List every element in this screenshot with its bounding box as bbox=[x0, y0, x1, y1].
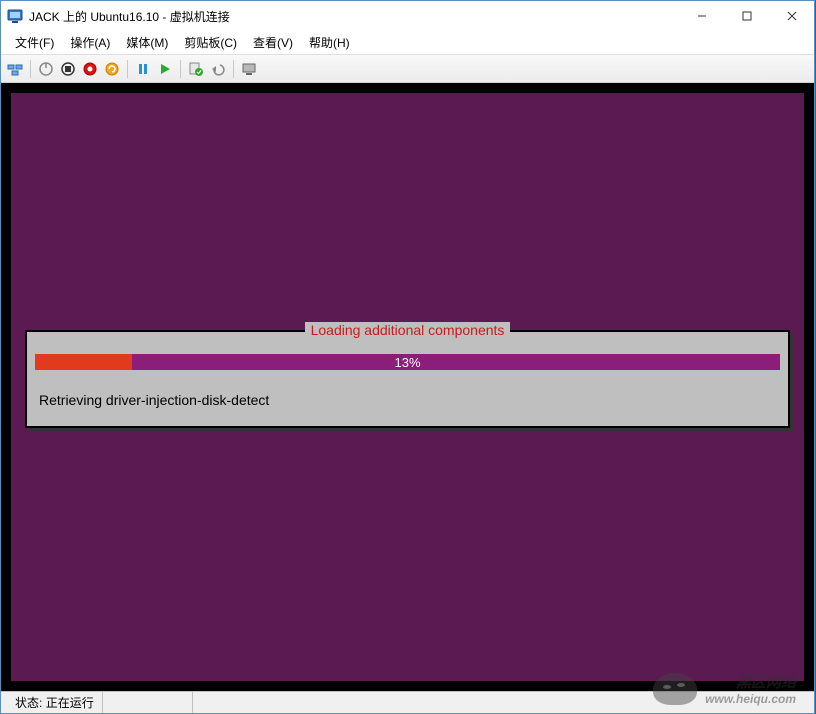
menu-media[interactable]: 媒体(M) bbox=[118, 32, 176, 53]
installer-title: Loading additional components bbox=[305, 322, 511, 338]
progress-fill bbox=[35, 354, 132, 370]
window-controls bbox=[679, 1, 814, 31]
guest-screen: Loading additional components 13% Retrie… bbox=[11, 93, 804, 681]
menu-view[interactable]: 查看(V) bbox=[245, 32, 301, 53]
close-button[interactable] bbox=[769, 1, 814, 31]
installer-dialog: Loading additional components 13% Retrie… bbox=[25, 330, 790, 428]
menu-action[interactable]: 操作(A) bbox=[62, 32, 118, 53]
separator bbox=[180, 60, 181, 78]
installer-status-text: Retrieving driver-injection-disk-detect bbox=[35, 392, 780, 408]
pause-button[interactable] bbox=[133, 59, 153, 79]
status-section: 状态: 正在运行 bbox=[7, 692, 103, 713]
checkpoint-button[interactable] bbox=[186, 59, 206, 79]
separator bbox=[30, 60, 31, 78]
menu-clipboard[interactable]: 剪贴板(C) bbox=[176, 32, 245, 53]
progress-label: 13% bbox=[394, 355, 420, 370]
vm-display[interactable]: Loading additional components 13% Retrie… bbox=[1, 83, 814, 691]
statusbar: 状态: 正在运行 bbox=[1, 691, 814, 713]
titlebar[interactable]: JACK 上的 Ubuntu16.10 - 虚拟机连接 bbox=[1, 1, 814, 31]
menu-file[interactable]: 文件(F) bbox=[7, 32, 62, 53]
revert-button[interactable] bbox=[208, 59, 228, 79]
reset-button[interactable] bbox=[102, 59, 122, 79]
status-value: 正在运行 bbox=[46, 694, 94, 711]
enhanced-session-button[interactable] bbox=[239, 59, 259, 79]
toolbar bbox=[1, 55, 814, 83]
minimize-button[interactable] bbox=[679, 1, 724, 31]
status-spacer bbox=[103, 692, 193, 713]
progress-bar: 13% bbox=[35, 354, 780, 370]
resume-button[interactable] bbox=[155, 59, 175, 79]
turnoff-button[interactable] bbox=[58, 59, 78, 79]
shutdown-button[interactable] bbox=[80, 59, 100, 79]
menubar: 文件(F) 操作(A) 媒体(M) 剪贴板(C) 查看(V) 帮助(H) bbox=[1, 31, 814, 55]
start-button[interactable] bbox=[36, 59, 56, 79]
vm-connection-window: JACK 上的 Ubuntu16.10 - 虚拟机连接 文件(F) 操作(A) … bbox=[0, 0, 815, 714]
window-title: JACK 上的 Ubuntu16.10 - 虚拟机连接 bbox=[29, 8, 679, 25]
separator bbox=[233, 60, 234, 78]
ctrl-alt-del-button[interactable] bbox=[5, 59, 25, 79]
vm-icon bbox=[7, 8, 23, 24]
status-label: 状态: bbox=[15, 694, 42, 711]
menu-help[interactable]: 帮助(H) bbox=[301, 32, 358, 53]
separator bbox=[127, 60, 128, 78]
maximize-button[interactable] bbox=[724, 1, 769, 31]
